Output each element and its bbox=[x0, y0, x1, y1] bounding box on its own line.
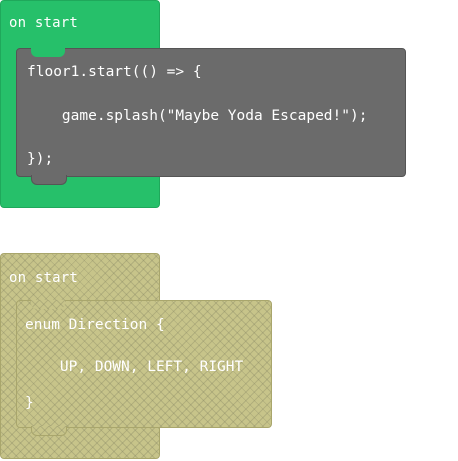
block-workspace: on start floor1.start(() => { game.splas… bbox=[0, 0, 458, 461]
on-start-label-2: on start bbox=[9, 270, 79, 286]
block-notch-top-1 bbox=[31, 48, 65, 57]
block-notch-bottom-1 bbox=[31, 175, 67, 185]
code-line-2-3: } bbox=[25, 395, 34, 411]
code-line-1-2: game.splash("Maybe Yoda Escaped!"); bbox=[27, 108, 368, 124]
block-notch-top-2 bbox=[31, 300, 65, 309]
code-line-1-1: floor1.start(() => { bbox=[27, 64, 202, 80]
code-snippet-block-1[interactable]: floor1.start(() => { game.splash("Maybe … bbox=[16, 48, 406, 185]
code-line-2-2: UP, DOWN, LEFT, RIGHT bbox=[25, 359, 244, 375]
on-start-label-1: on start bbox=[9, 15, 79, 31]
block-notch-bottom-2 bbox=[31, 426, 67, 436]
code-line-1-3: }); bbox=[27, 151, 54, 167]
code-snippet-block-2[interactable]: enum Direction { UP, DOWN, LEFT, RIGHT } bbox=[16, 300, 272, 436]
code-line-2-1: enum Direction { bbox=[25, 317, 165, 333]
